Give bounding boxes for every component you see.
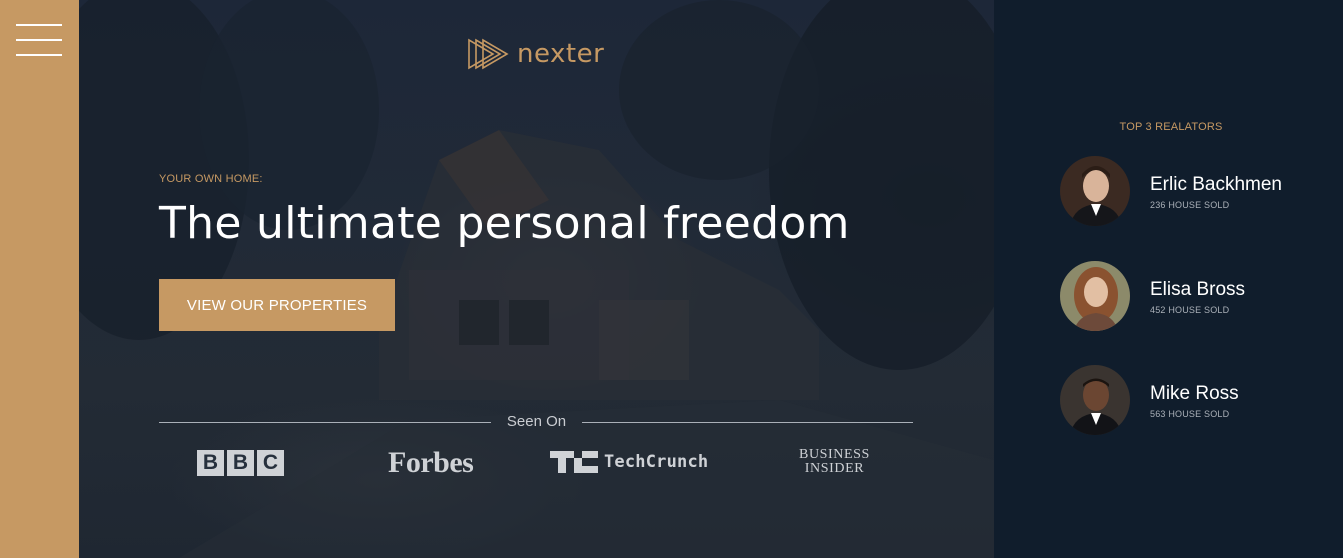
nexter-logo-icon [468, 38, 509, 70]
realtor-name: Erlic Backhmen [1150, 174, 1282, 195]
realtor-item[interactable]: Elisa Bross 452 House sold [1060, 261, 1330, 331]
bbc-logo: B B C [197, 450, 284, 476]
hamburger-menu-icon[interactable] [16, 22, 62, 58]
business-insider-logo: BUSINESS INSIDER [799, 448, 870, 476]
hero-subtitle: Your own home: [159, 173, 263, 185]
menu-line [16, 39, 62, 41]
realtor-name: Elisa Bross [1150, 279, 1246, 300]
realtor-houses-sold: 236 House sold [1150, 200, 1230, 210]
view-properties-button[interactable]: View our properties [159, 279, 395, 331]
business-insider-line1: BUSINESS [799, 447, 870, 462]
bbc-letter: C [257, 450, 284, 476]
bbc-letter: B [227, 450, 254, 476]
menu-line [16, 24, 62, 26]
sidebar [0, 0, 79, 558]
divider-line-right [582, 422, 913, 423]
realtor-avatar [1060, 261, 1130, 331]
seen-on-label: Seen On [506, 413, 567, 430]
hero-heading: The ultimate personal freedom [159, 198, 850, 249]
realtor-avatar [1060, 156, 1130, 226]
techcrunch-logo: TechCrunch [550, 451, 708, 473]
realtor-item[interactable]: Mike Ross 563 House sold [1060, 365, 1330, 435]
hero-header: nexter Your own home: The ultimate perso… [79, 0, 994, 558]
view-properties-button-label: View our properties [186, 296, 368, 314]
techcrunch-mark-icon [550, 451, 598, 473]
seen-on-divider: Seen On [159, 412, 913, 432]
techcrunch-wordmark: TechCrunch [604, 452, 709, 472]
realtor-item[interactable]: Erlic Backhmen 236 House sold [1060, 156, 1330, 226]
bbc-letter: B [197, 450, 224, 476]
forbes-logo: Forbes [388, 446, 474, 479]
realtor-houses-sold: 563 House sold [1150, 409, 1230, 419]
press-logos: B B C Forbes TechCrunch BUSINESS INSIDER [159, 445, 913, 485]
business-insider-line2: INSIDER [804, 461, 865, 476]
realtors-title: Top 3 Realators [1119, 121, 1223, 133]
brand-logo[interactable]: nexter [467, 34, 604, 74]
menu-line [16, 54, 62, 56]
realtor-name: Mike Ross [1150, 383, 1239, 404]
realtor-avatar [1060, 365, 1130, 435]
realtor-houses-sold: 452 House sold [1150, 305, 1230, 315]
brand-name: nexter [517, 39, 605, 69]
top-realtors-panel: Top 3 Realators Erlic Backhmen 236 House… [994, 0, 1343, 558]
divider-line-left [159, 422, 491, 423]
